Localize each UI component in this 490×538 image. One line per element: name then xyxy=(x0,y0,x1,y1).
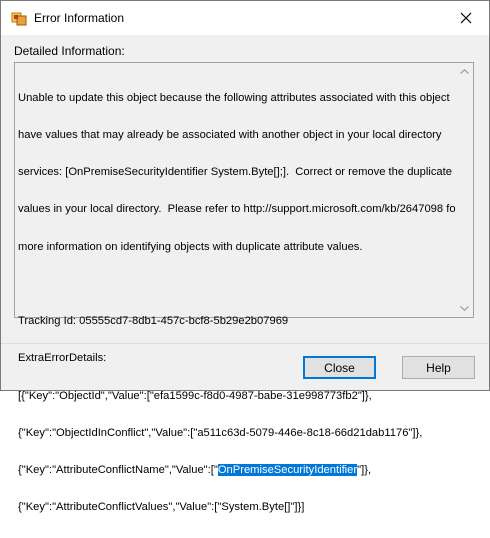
detail-textbox[interactable]: Unable to update this object because the… xyxy=(14,62,474,513)
message-line: more information on identifying objects … xyxy=(18,240,363,253)
message-line: Unable to update this object because the… xyxy=(18,91,450,104)
detail-text: Unable to update this object because the… xyxy=(18,67,460,538)
tracking-id-line: Tracking Id: 05555cd7-8db1-457c-bcf8-5b2… xyxy=(18,315,289,328)
window-title: Error Information xyxy=(34,11,125,25)
conflict-name-suffix: "]}, xyxy=(357,464,372,476)
help-button[interactable]: Help xyxy=(402,356,475,379)
scroll-up-arrow-icon[interactable] xyxy=(456,63,473,80)
extra-details-line: ExtraErrorDetails: xyxy=(18,352,107,365)
close-icon[interactable] xyxy=(443,1,489,35)
message-blank-line: ​ xyxy=(18,278,448,290)
object-id-line: [{"Key":"ObjectId","Value":["efa1599c-f8… xyxy=(18,389,372,402)
conflict-values-line: {"Key":"AttributeConflictValues","Value"… xyxy=(18,501,305,514)
selected-text: OnPremiseSecurityIdentifier xyxy=(217,464,358,476)
error-dialog: Error Information Detailed Information: … xyxy=(0,0,490,513)
message-line: values in your local directory. Please r… xyxy=(18,203,460,216)
scroll-down-arrow-icon[interactable] xyxy=(456,300,473,317)
message-line: have values that may already be associat… xyxy=(18,129,442,142)
detail-label: Detailed Information: xyxy=(14,44,125,58)
app-icon xyxy=(11,12,27,26)
title-bar: Error Information xyxy=(1,1,489,35)
vertical-scrollbar[interactable] xyxy=(456,63,473,317)
conflict-name-line: {"Key":"AttributeConflictName","Value":[… xyxy=(18,464,448,476)
footer-divider xyxy=(1,343,489,344)
close-x-glyph-icon xyxy=(460,12,472,24)
conflict-name-prefix: {"Key":"AttributeConflictName","Value":[… xyxy=(18,464,218,476)
close-button[interactable]: Close xyxy=(303,356,376,379)
object-in-conflict-line: {"Key":"ObjectIdInConflict","Value":["a5… xyxy=(18,426,423,439)
message-line: services: [OnPremiseSecurityIdentifier S… xyxy=(18,166,452,179)
